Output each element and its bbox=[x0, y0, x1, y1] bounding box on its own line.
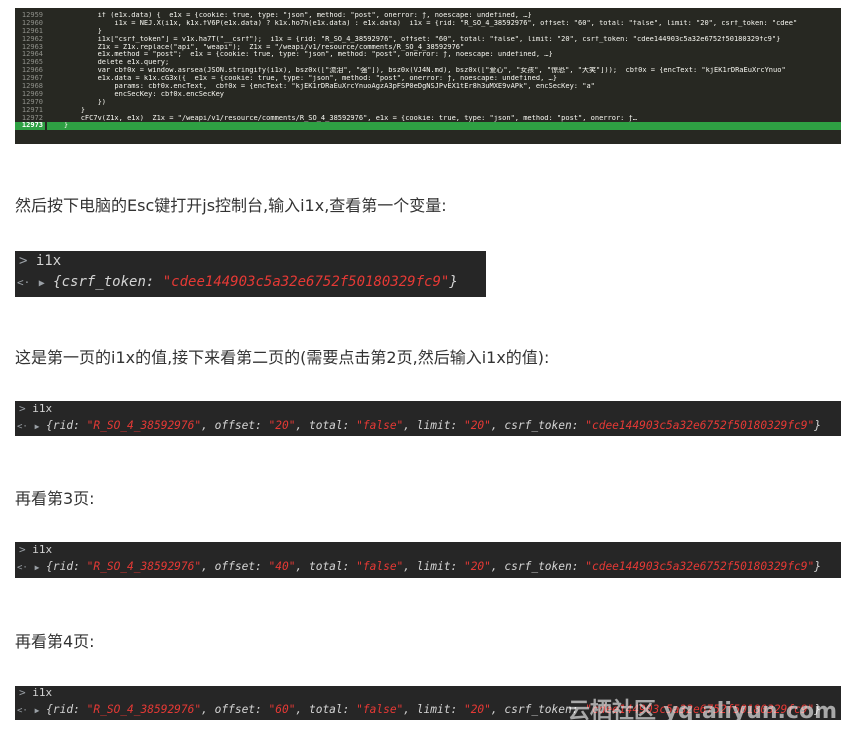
expand-triangle-icon[interactable]: ▶ bbox=[39, 278, 45, 289]
csrf-token-value: "cdee144903c5a32e6752f50180329fc9" bbox=[585, 419, 815, 432]
prompt-icon: > bbox=[19, 543, 26, 556]
expand-triangle-icon[interactable]: ▶ bbox=[35, 706, 40, 715]
csrf-token-value: "cdee144903c5a32e6752f50180329fc9" bbox=[162, 274, 450, 290]
line-number: 12973 bbox=[15, 122, 45, 131]
code-line: } bbox=[47, 27, 102, 35]
console-output-line: <· ▶ {rid: "R_SO_4_38592976", offset: "4… bbox=[17, 560, 821, 573]
code-line: }) bbox=[47, 98, 107, 106]
code-line: params: cbf0x.encText, cbf0x = {encText:… bbox=[47, 83, 595, 91]
code-line: cFC7v(Z1x, e1x) Z1x = "/weapi/v1/resourc… bbox=[47, 114, 638, 122]
console-output-line: <· ▶ {rid: "R_SO_4_38592976", offset: "2… bbox=[17, 419, 821, 432]
code-lines: if (e1x.data) { e1x = {cookie: true, typ… bbox=[47, 12, 841, 131]
console-input[interactable]: i1x bbox=[32, 543, 52, 556]
console-input[interactable]: i1x bbox=[36, 253, 61, 269]
console-page-2: > i1x <· ▶ {rid: "R_SO_4_38592976", offs… bbox=[15, 401, 841, 436]
code-line: var cbf0x = window.asrsea(JSON.stringify… bbox=[47, 67, 786, 75]
paragraph-esc-console: 然后按下电脑的Esc键打开js控制台,输入i1x,查看第一个变量: bbox=[15, 196, 447, 215]
rid-value: "R_SO_4_38592976" bbox=[86, 560, 202, 573]
code-line: if (e1x.data) { e1x = {cookie: true, typ… bbox=[47, 12, 532, 19]
console-input[interactable]: i1x bbox=[32, 402, 52, 415]
code-line: } bbox=[47, 106, 85, 114]
code-line: } bbox=[47, 122, 841, 131]
console-input-line: > i1x bbox=[19, 686, 52, 699]
code-line: delete e1x.query; bbox=[47, 59, 170, 67]
line-number-gutter: 12959 12960 12961 12962 12963 12964 12965 12966… bbox=[15, 11, 45, 131]
console-output-line: <· ▶ {csrf_token: "cdee144903c5a32e6752f… bbox=[17, 274, 458, 290]
code-line: i1x = NEJ.X(i1x, k1x.fV6P(e1x.data) ? k1… bbox=[47, 19, 798, 27]
csrf-token-value: "cdee144903c5a32e6752f50180329fc9" bbox=[585, 560, 815, 573]
paragraph-page-3: 再看第3页: bbox=[15, 489, 95, 508]
console-input-line: > i1x bbox=[19, 402, 52, 415]
prompt-icon: > bbox=[19, 402, 26, 415]
total-value: "false" bbox=[356, 560, 404, 573]
offset-value: "40" bbox=[268, 560, 296, 573]
output-arrow-icon: <· bbox=[17, 563, 28, 573]
console-page-1: > i1x <· ▶ {csrf_token: "cdee144903c5a32… bbox=[15, 251, 486, 297]
code-line: e1x.method = "post"; e1x = {cookie: true… bbox=[47, 51, 553, 59]
site-watermark: 云栖社区 yq.aliyun.com bbox=[567, 699, 837, 724]
code-line: Z1x = Z1x.replace("api", "weapi"); Z1x =… bbox=[47, 43, 465, 51]
code-line: e1x.data = k1x.cG3x({ e1x = {cookie: tru… bbox=[47, 75, 557, 83]
limit-value: "20" bbox=[463, 419, 491, 432]
paragraph-page-2: 这是第一页的i1x的值,接下来看第二页的(需要点击第2页,然后输入i1x的值): bbox=[15, 348, 550, 367]
rid-value: "R_SO_4_38592976" bbox=[86, 419, 202, 432]
code-editor: 12959 12960 12961 12962 12963 12964 12965 12966… bbox=[15, 8, 841, 144]
console-input-line: > i1x bbox=[19, 253, 61, 269]
total-value: "false" bbox=[356, 703, 404, 716]
output-arrow-icon: <· bbox=[17, 276, 31, 289]
expand-triangle-icon[interactable]: ▶ bbox=[35, 563, 40, 572]
output-arrow-icon: <· bbox=[17, 706, 28, 716]
total-value: "false" bbox=[356, 419, 404, 432]
output-arrow-icon: <· bbox=[17, 422, 28, 432]
paragraph-page-4: 再看第4页: bbox=[15, 632, 95, 651]
rid-value: "R_SO_4_38592976" bbox=[86, 703, 202, 716]
console-page-3: > i1x <· ▶ {rid: "R_SO_4_38592976", offs… bbox=[15, 542, 841, 578]
console-input-line: > i1x bbox=[19, 543, 52, 556]
prompt-icon: > bbox=[19, 686, 26, 699]
offset-value: "20" bbox=[268, 419, 296, 432]
limit-value: "20" bbox=[463, 560, 491, 573]
code-line: i1x["csrf_token"] = v1x.ha7T("__csrf"); … bbox=[47, 35, 781, 43]
console-input[interactable]: i1x bbox=[32, 686, 52, 699]
offset-value: "60" bbox=[268, 703, 296, 716]
code-line: encSecKey: cbf0x.encSecKey bbox=[47, 90, 225, 98]
csrf-key: csrf_token bbox=[61, 274, 146, 290]
limit-value: "20" bbox=[463, 703, 491, 716]
expand-triangle-icon[interactable]: ▶ bbox=[35, 422, 40, 431]
prompt-icon: > bbox=[19, 253, 28, 269]
